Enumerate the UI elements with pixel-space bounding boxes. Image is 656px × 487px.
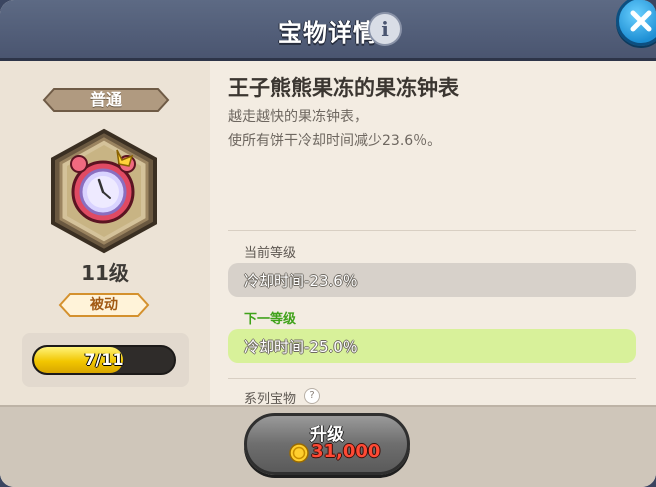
help-icon[interactable]: ? (304, 388, 320, 404)
treasure-level: 11级 (81, 261, 129, 285)
close-icon (630, 10, 652, 32)
info-icon[interactable]: i (368, 12, 402, 46)
treasure-name: 王子熊熊果冻的果冻钟表 (228, 76, 459, 100)
divider (228, 378, 636, 379)
current-level-value: 冷却时间-23.6％ (244, 272, 358, 290)
next-level-label: 下一等级 (244, 312, 297, 327)
next-level-value: 冷却时间-25.0％ (244, 338, 358, 356)
rarity-label: 普通 (89, 90, 122, 109)
divider (228, 230, 636, 231)
description-line-1: 越走越快的果冻钟表， (228, 109, 368, 125)
upgrade-cost: 31,000 (311, 441, 381, 462)
coin-icon (289, 443, 309, 463)
description-line-2: 使所有饼干冷却时间减少23.6％。 (228, 133, 442, 149)
dialog-title: 宝物详情 (278, 19, 378, 47)
treasure-detail-dialog: 宝物详情 i 普通 11级 被动 7/11 王子熊熊果冻的果冻钟表 越走越快的果… (0, 0, 656, 487)
progress-text: 7/11 (84, 350, 124, 369)
passive-label: 被动 (90, 297, 118, 313)
current-level-label: 当前等级 (244, 246, 297, 261)
jelly-clock-icon[interactable] (47, 128, 161, 254)
